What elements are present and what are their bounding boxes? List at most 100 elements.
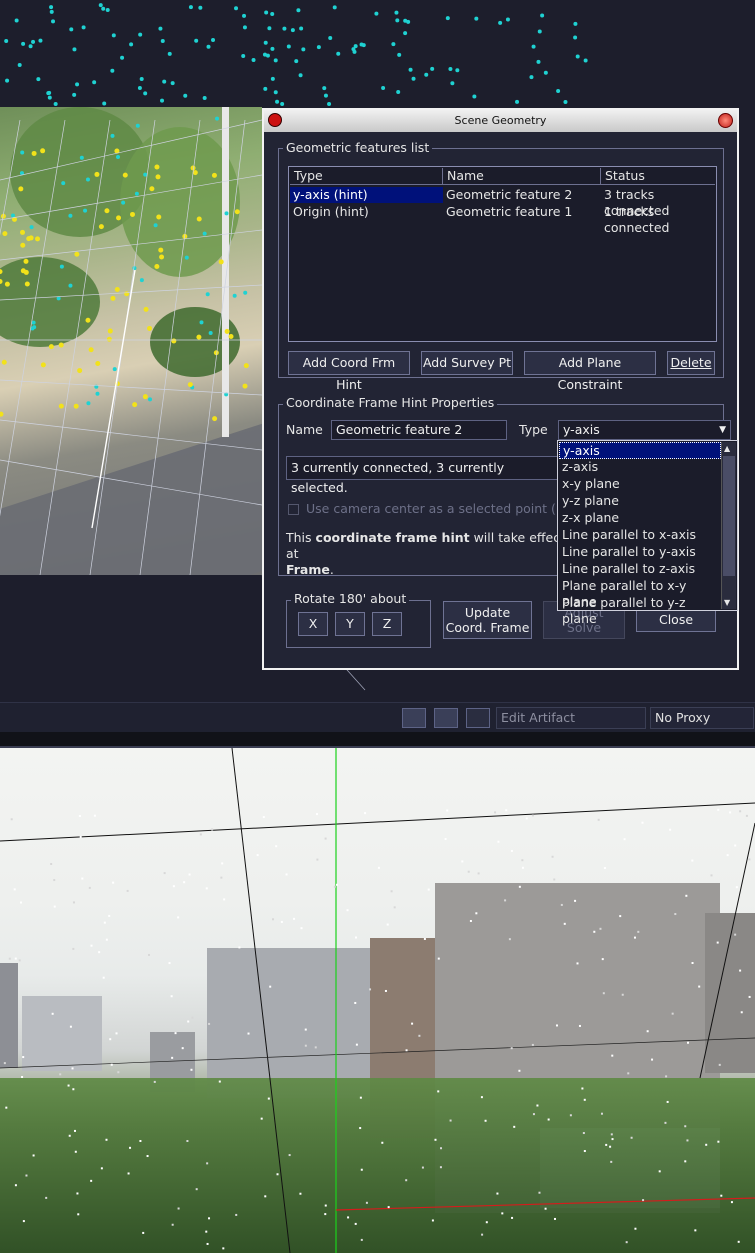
features-table[interactable]: Type Name Status y-axis (hint) Geometric… [288,166,717,342]
feature-point [333,885,336,888]
wireframe-line [0,119,21,236]
feature-point [521,859,524,862]
track-point [53,102,58,107]
dialog-titlebar[interactable]: Scene Geometry [264,110,737,132]
feature-point [324,1204,327,1207]
feature-point [79,835,82,838]
type-option[interactable]: z-axis [559,459,721,476]
type-dropdown-list[interactable]: y-axis z-axis x-y plane y-z plane z-x pl… [557,440,738,626]
track-point [35,236,41,242]
type-option[interactable]: Line parallel to y-axis [559,544,721,561]
info-text-bold: coordinate frame hint [315,530,470,545]
cell-name: Geometric feature 2 [446,187,573,202]
track-point [224,211,229,216]
feature-point [22,1220,25,1223]
close-icon[interactable] [718,113,733,128]
feature-point [235,1213,238,1216]
track-point [267,26,272,31]
scroll-down-icon[interactable]: ▼ [724,598,730,607]
feature-point [508,938,511,941]
track-point [215,116,220,121]
track-point [110,295,116,301]
track-point [135,123,140,128]
track-point [212,416,218,422]
type-option[interactable]: Line parallel to x-axis [559,527,721,544]
undo-arrow-icon[interactable] [434,708,458,728]
feature-point [205,1230,208,1233]
track-point [61,181,66,186]
feature-point [276,1173,279,1176]
update-coord-frame-button[interactable]: Update Coord. Frame [443,601,532,639]
track-point [170,81,175,86]
track-point [336,51,341,56]
type-option[interactable]: z-x plane [559,510,721,527]
track-point [505,17,510,22]
name-input[interactable]: Geometric feature 2 [331,420,507,440]
track-point [58,403,64,409]
track-point [543,70,548,75]
monitor-icon[interactable] [402,708,426,728]
track-point [38,38,43,43]
track-point [20,229,26,235]
feature-point [115,1032,118,1035]
proxy-field[interactable]: No Proxy [650,707,754,729]
wand-icon[interactable] [466,708,490,728]
rotate-y-button[interactable]: Y [335,612,365,636]
edit-artifact-field[interactable]: Edit Artifact [496,707,646,729]
track-point [188,5,193,10]
feature-point [146,1155,149,1158]
column-header-name[interactable]: Name [443,168,601,185]
type-option[interactable]: Plane parallel to x-y plane [559,578,721,609]
type-option[interactable]: y-axis [559,442,721,459]
track-point [536,59,541,64]
table-row[interactable]: Origin (hint) Geometric feature 1 1 trac… [290,204,715,235]
add-coord-frame-hint-button[interactable]: Add Coord Frm Hint [288,351,410,392]
column-header-type[interactable]: Type [290,168,443,185]
dialog-title: Scene Geometry [454,114,547,127]
feature-point [600,1112,603,1115]
feature-point [260,1117,263,1120]
type-option[interactable]: x-y plane [559,476,721,493]
feature-point [195,1188,198,1191]
track-point [17,63,22,68]
feature-point [563,922,566,925]
track-point [120,55,125,60]
feature-point [335,883,338,886]
viewport-divider[interactable] [0,732,755,748]
track-point [159,254,165,260]
type-option[interactable]: y-z plane [559,493,721,510]
feature-point [593,930,596,933]
track-point [142,394,148,400]
feature-point [272,918,275,921]
scrollbar-thumb[interactable] [723,456,735,576]
column-header-status[interactable]: Status [601,168,715,185]
dropdown-scrollbar[interactable]: ▲ ▼ [721,442,736,609]
feature-point [171,1223,174,1226]
type-select[interactable]: y-axis ▼ [558,420,731,440]
feature-point [68,1134,71,1137]
perspective-viewport[interactable] [0,748,755,1253]
track-point [81,25,86,30]
cell-status: 1 tracks connected [604,204,670,235]
feature-point [611,1054,614,1057]
track-point [31,150,37,156]
track-point [273,90,278,95]
rotate-x-button[interactable]: X [298,612,328,636]
add-survey-point-button[interactable]: Add Survey Pt [421,351,513,375]
feature-point [153,1080,156,1083]
scroll-up-icon[interactable]: ▲ [724,444,730,453]
rotate-z-button[interactable]: Z [372,612,402,636]
table-row[interactable]: y-axis (hint) Geometric feature 2 3 trac… [290,187,715,218]
camera-center-checkbox[interactable] [288,504,299,515]
type-option[interactable]: Plane parallel to y-z plane [559,595,721,626]
info-text: . [329,562,334,577]
type-option[interactable]: Line parallel to z-axis [559,561,721,578]
feature-point [405,1049,408,1052]
track-point [183,93,188,98]
delete-button[interactable]: Delete [667,351,715,375]
track-point [273,58,278,63]
feature-point [484,1119,487,1122]
feature-point [525,817,528,820]
track-point [208,330,213,335]
add-plane-constraint-button[interactable]: Add Plane Constraint [524,351,656,392]
